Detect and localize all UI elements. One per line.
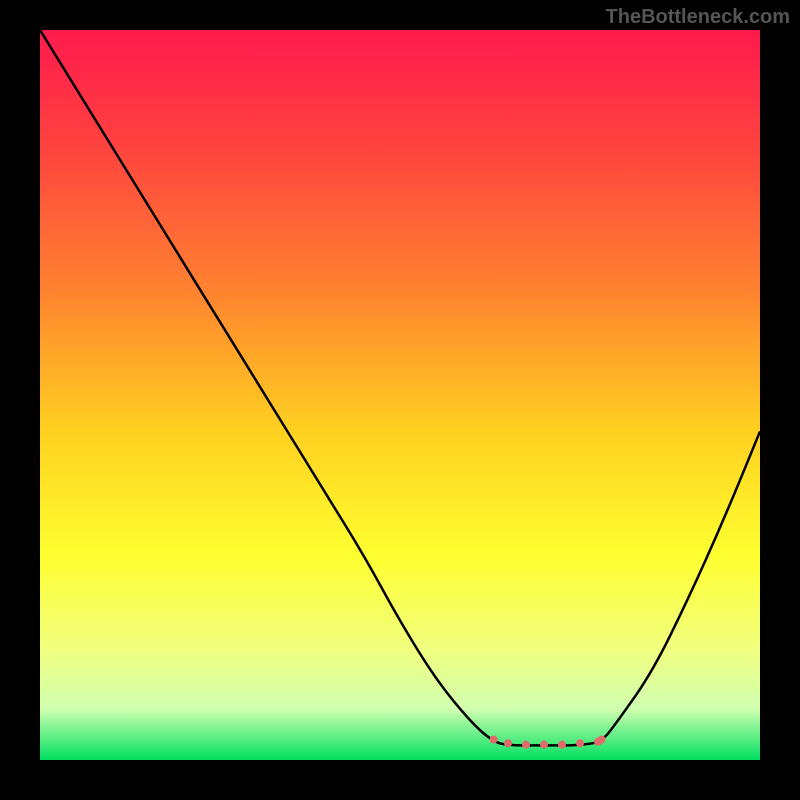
chart-svg xyxy=(40,30,760,760)
gradient-background xyxy=(40,30,760,760)
bump-dot xyxy=(576,739,584,747)
plot-area xyxy=(40,30,760,760)
bump-dot xyxy=(504,739,512,747)
watermark-text: TheBottleneck.com xyxy=(606,6,790,29)
chart-container: TheBottleneck.com xyxy=(0,0,800,800)
bump-dot xyxy=(490,736,498,744)
bump-dot xyxy=(558,741,566,749)
bump-dot xyxy=(522,741,530,749)
bump-dot xyxy=(540,741,548,749)
bump-dot xyxy=(598,736,606,744)
